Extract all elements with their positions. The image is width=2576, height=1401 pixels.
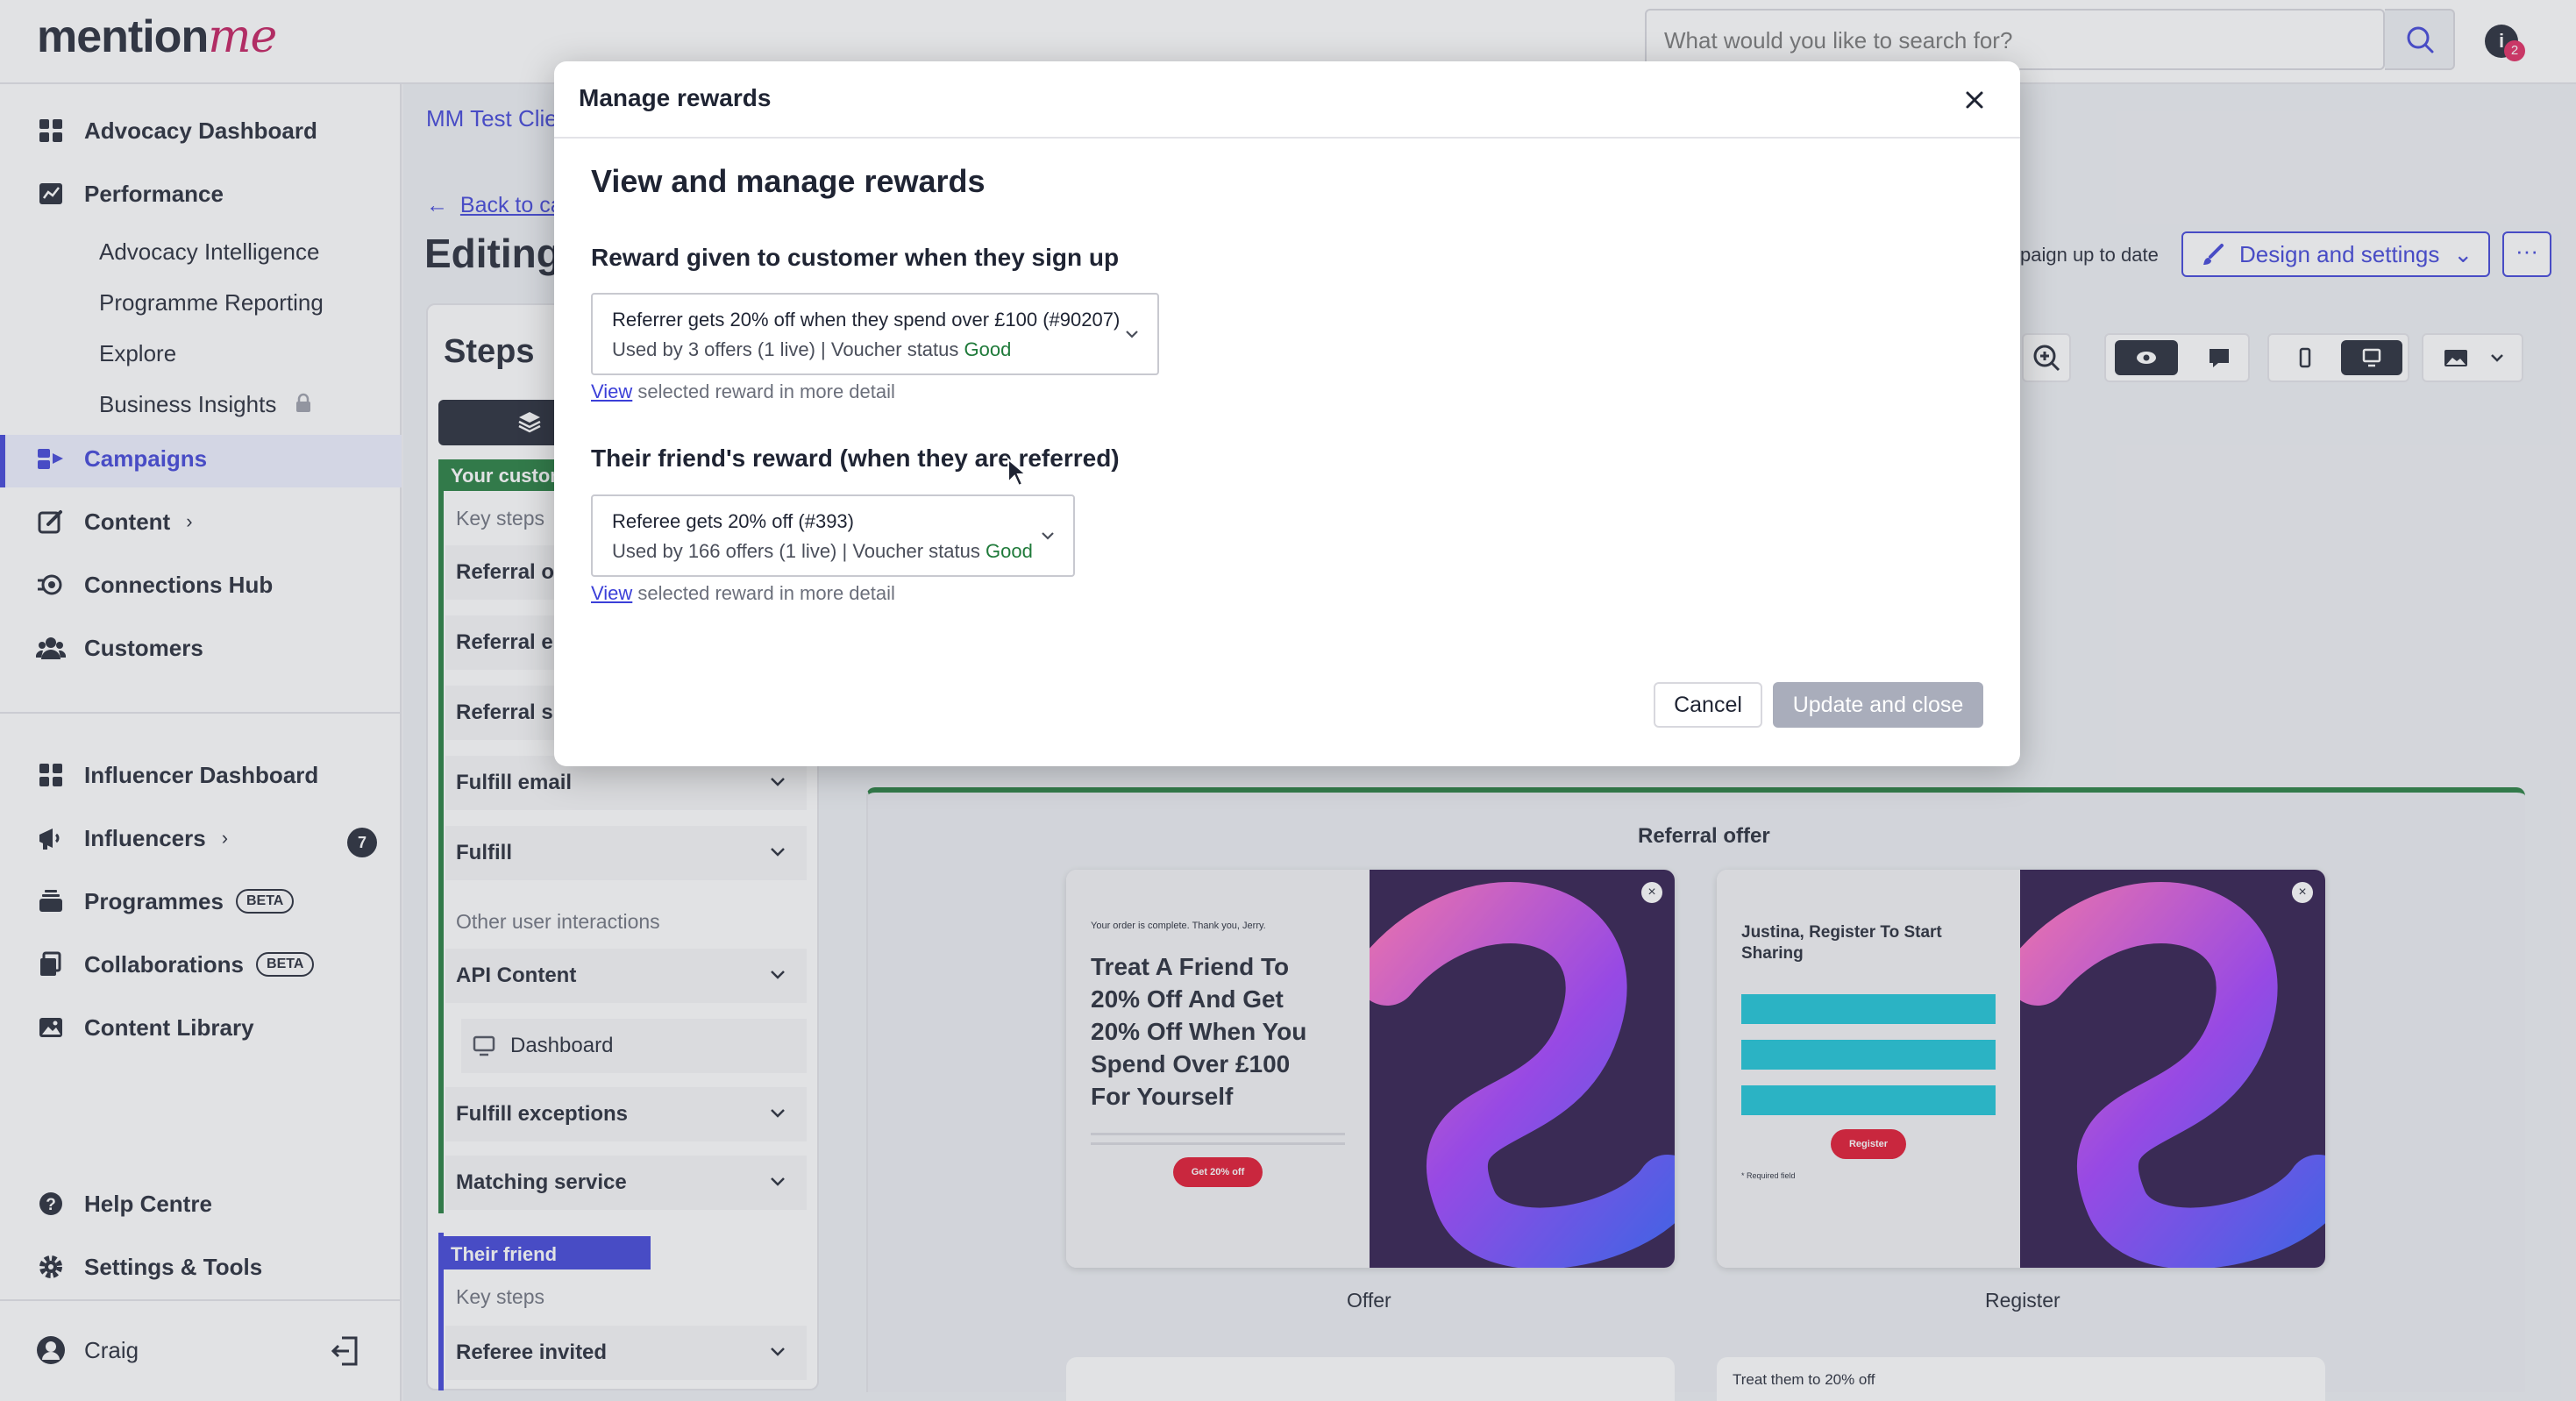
view-suffix: selected reward in more detail [632, 582, 895, 604]
chevron-down-icon [1042, 532, 1054, 540]
referee-reward-name: Referee gets 20% off (#393) [612, 510, 854, 532]
referee-reward-select[interactable]: Referee gets 20% off (#393) Used by 166 … [591, 494, 1075, 577]
referrer-reward-usage: Used by 3 offers (1 live) | Voucher stat… [612, 338, 1011, 361]
referrer-view-detail: View selected reward in more detail [591, 380, 895, 403]
mouse-cursor-icon [1007, 458, 1028, 487]
modal-header [554, 61, 2020, 139]
referrer-reward-name: Referrer gets 20% off when they spend ov… [612, 309, 1121, 331]
view-suffix: selected reward in more detail [632, 380, 895, 402]
referee-reward-usage: Used by 166 offers (1 live) | Voucher st… [612, 540, 1033, 563]
cancel-button[interactable]: Cancel [1654, 682, 1762, 728]
view-referrer-reward-link[interactable]: View [591, 380, 632, 402]
usage-text: Used by 3 offers (1 live) | Voucher stat… [612, 338, 964, 360]
voucher-status: Good [985, 540, 1033, 562]
modal-close-button[interactable] [1957, 82, 1992, 117]
modal-title: Manage rewards [579, 84, 772, 111]
modal-heading: View and manage rewards [591, 163, 986, 199]
referrer-reward-title: Reward given to customer when they sign … [591, 244, 1120, 271]
chevron-down-icon [1126, 331, 1138, 338]
voucher-status: Good [964, 338, 1012, 360]
referee-reward-title: Their friend's reward (when they are ref… [591, 444, 1120, 472]
referee-view-detail: View selected reward in more detail [591, 582, 895, 605]
view-referee-reward-link[interactable]: View [591, 582, 632, 604]
manage-rewards-modal: Manage rewards View and manage rewards R… [554, 61, 2020, 766]
close-icon [1966, 91, 1983, 109]
referrer-reward-select[interactable]: Referrer gets 20% off when they spend ov… [591, 293, 1159, 375]
update-and-close-button[interactable]: Update and close [1773, 682, 1983, 728]
usage-text: Used by 166 offers (1 live) | Voucher st… [612, 540, 986, 562]
